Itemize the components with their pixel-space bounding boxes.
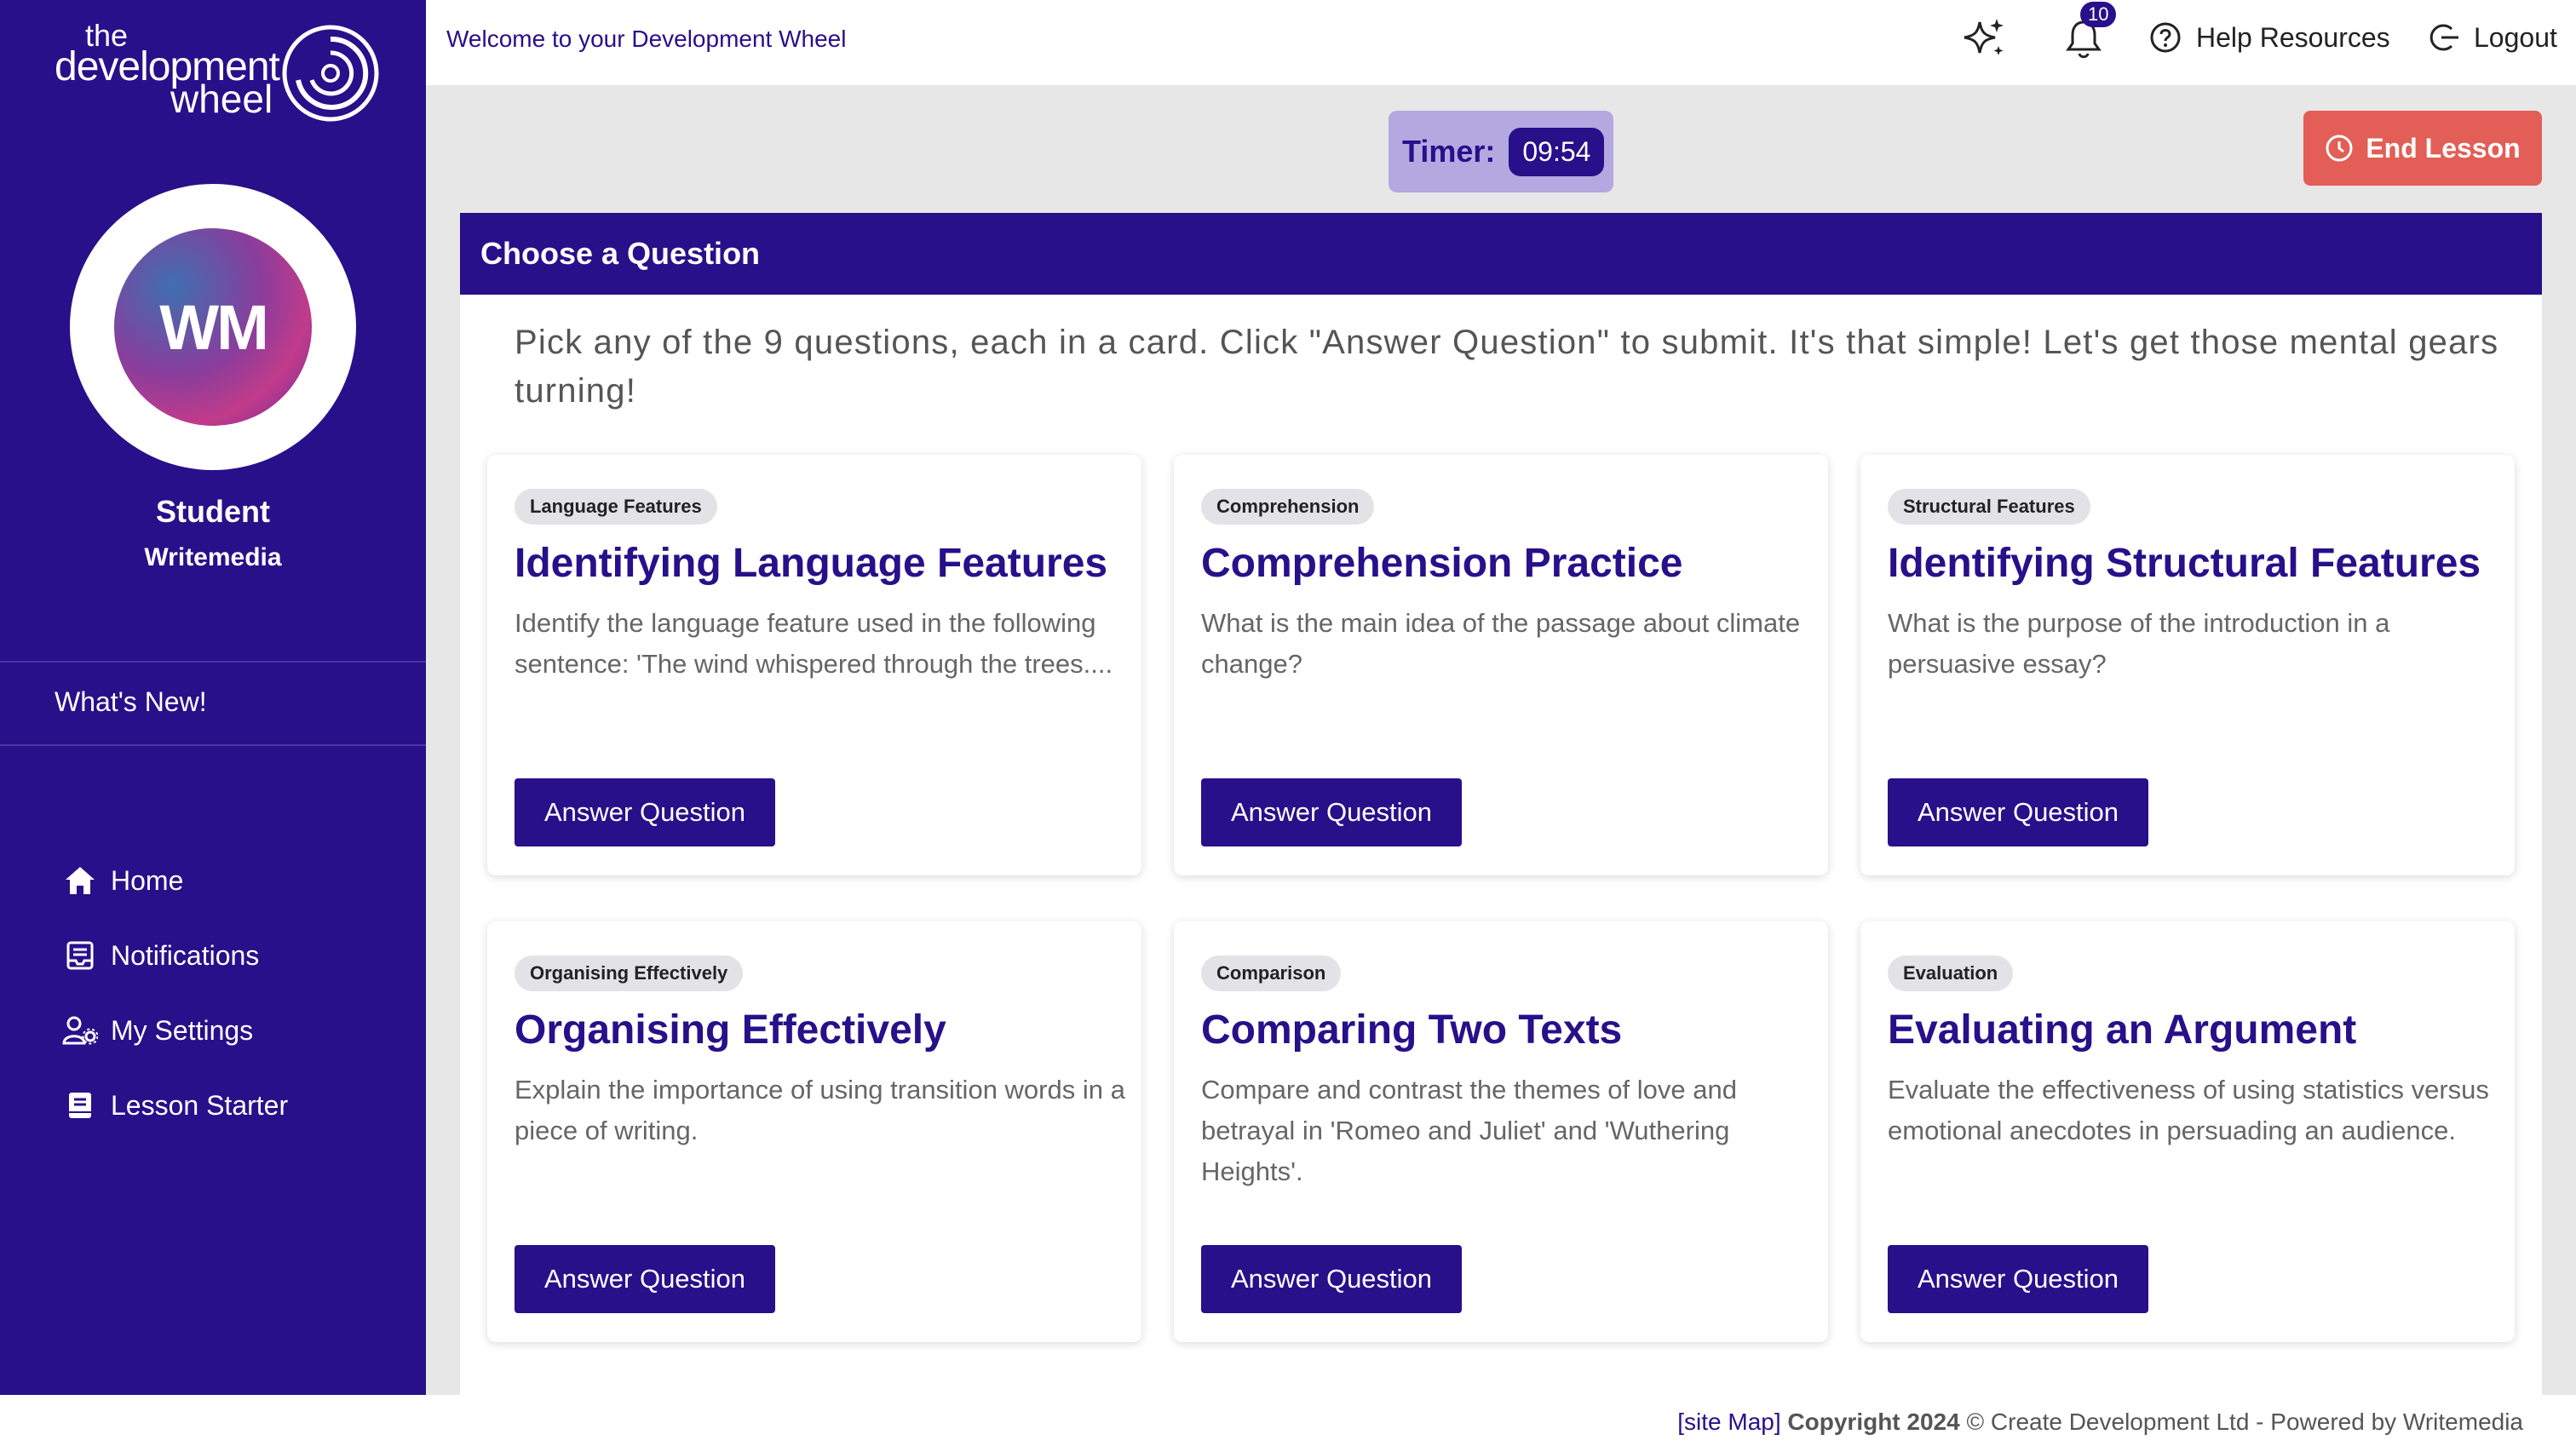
end-lesson-button[interactable]: End Lesson [2303, 111, 2542, 186]
card-title: Identifying Language Features [515, 541, 1108, 586]
divider [0, 744, 426, 746]
copyright-year: Copyright 2024 [1787, 1409, 1960, 1435]
lesson-timer: Timer: 09:54 [1389, 111, 1613, 192]
avatar-frame: WM [70, 184, 356, 470]
sidebar-item-my-settings[interactable]: My Settings [61, 993, 288, 1068]
card-title: Comprehension Practice [1201, 541, 1683, 586]
category-tag: Evaluation [1888, 955, 2014, 991]
notification-count-badge: 10 [2080, 2, 2117, 27]
clock-icon [2326, 135, 2353, 162]
timer-value: 09:54 [1509, 127, 1605, 176]
help-circle-icon [2150, 22, 2181, 53]
card-description: Evaluate the effectiveness of using stat… [1888, 1075, 2489, 1145]
help-resources-label: Help Resources [2196, 21, 2390, 53]
card-description: What is the purpose of the introduction … [1888, 608, 2390, 679]
answer-question-button[interactable]: Answer Question [1888, 1245, 2148, 1313]
sidebar-item-label: Lesson Starter [111, 1089, 289, 1121]
divider [0, 661, 426, 663]
question-panel: Choose a Question Pick any of the 9 ques… [460, 213, 2542, 1395]
answer-question-button[interactable]: Answer Question [1201, 778, 1462, 846]
sidebar-item-label: My Settings [111, 1014, 254, 1046]
user-name: Student [156, 494, 270, 529]
card-description: Explain the importance of using transiti… [515, 1075, 1125, 1145]
end-lesson-label: End Lesson [2366, 132, 2521, 164]
sidebar-item-notifications[interactable]: Notifications [61, 918, 288, 993]
answer-question-button[interactable]: Answer Question [1201, 1245, 1462, 1313]
question-card: Comprehension Comprehension Practice Wha… [1174, 455, 1828, 875]
footer-credits: © Create Development Ltd - Powered by Wr… [1966, 1409, 2523, 1435]
logout-icon [2429, 24, 2458, 51]
sidebar-item-home[interactable]: Home [61, 843, 288, 918]
question-card: Language Features Identifying Language F… [487, 455, 1141, 875]
answer-question-button[interactable]: Answer Question [515, 1245, 775, 1313]
card-description: Identify the language feature used in th… [515, 608, 1113, 679]
top-bar: Welcome to your Development Wheel 10 Hel… [426, 0, 2576, 85]
sidebar-item-label: Home [111, 864, 184, 896]
sidebar: the development wheel WM Student Writeme… [0, 0, 426, 1395]
answer-question-button[interactable]: Answer Question [1888, 778, 2148, 846]
help-resources-link[interactable]: Help Resources [2148, 20, 2390, 55]
card-title: Evaluating an Argument [1888, 1007, 2357, 1053]
welcome-text: Welcome to your Development Wheel [446, 26, 847, 52]
card-title: Identifying Structural Features [1888, 541, 2481, 586]
card-description: What is the main idea of the passage abo… [1201, 608, 1801, 679]
panel-intro: Pick any of the 9 questions, each in a c… [515, 324, 2499, 410]
sidebar-item-lesson-starter[interactable]: Lesson Starter [61, 1068, 288, 1143]
avatar-initials: WM [159, 291, 268, 363]
footer-text: [site Map] Copyright 2024 © Create Devel… [1677, 1409, 2523, 1436]
site-map-link[interactable]: [site Map] [1677, 1409, 1780, 1435]
panel-title: Choose a Question [460, 213, 2542, 295]
answer-question-button[interactable]: Answer Question [515, 778, 775, 846]
category-tag: Comprehension [1201, 489, 1375, 525]
card-title: Comparing Two Texts [1201, 1007, 1623, 1053]
logo-text-wheel: wheel [170, 77, 273, 121]
category-tag: Structural Features [1888, 489, 2090, 525]
user-settings-icon [61, 1013, 99, 1047]
timer-label: Timer: [1402, 134, 1496, 169]
category-tag: Language Features [515, 489, 717, 525]
card-description: Compare and contrast the themes of love … [1201, 1075, 1737, 1186]
question-card: Structural Features Identifying Structur… [1860, 455, 2515, 875]
whats-new-link[interactable]: What's New! [55, 686, 207, 718]
inbox-icon [61, 938, 99, 973]
avatar[interactable]: WM [114, 228, 312, 426]
book-icon [61, 1088, 99, 1122]
sparkle-icon[interactable] [1961, 15, 2009, 67]
question-card: Organising Effectively Organising Effect… [487, 921, 1141, 1342]
category-tag: Comparison [1201, 955, 1342, 991]
card-title: Organising Effectively [515, 1007, 946, 1053]
sidebar-nav: Home Notifications My Settings Lesson St… [61, 843, 288, 1143]
footer: [site Map] Copyright 2024 © Create Devel… [0, 1395, 2576, 1446]
logout-label: Logout [2474, 21, 2557, 53]
sidebar-item-label: Notifications [111, 939, 260, 971]
home-icon [61, 864, 99, 898]
category-tag: Organising Effectively [515, 955, 744, 991]
question-card: Comparison Comparing Two Texts Compare a… [1174, 921, 1828, 1342]
question-card: Evaluation Evaluating an Argument Evalua… [1860, 921, 2515, 1342]
user-org: Writemedia [144, 543, 282, 571]
wheel-logo-icon [282, 25, 379, 122]
logout-link[interactable]: Logout [2428, 20, 2557, 55]
logo[interactable]: the development wheel [51, 20, 383, 126]
